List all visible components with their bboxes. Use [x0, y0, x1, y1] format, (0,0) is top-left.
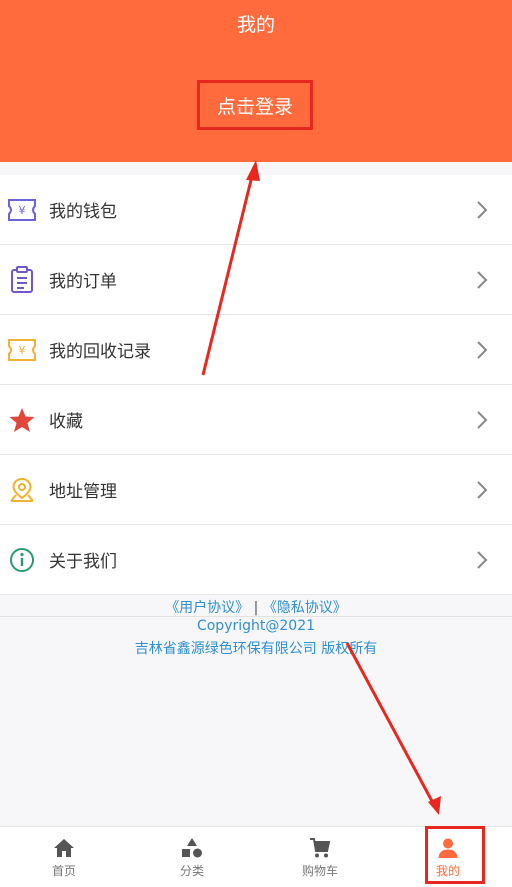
- menu-item-recycle-record[interactable]: ¥ 我的回收记录: [0, 315, 512, 385]
- header: 我的 点击登录: [0, 0, 512, 162]
- privacy-policy-link[interactable]: 《隐私协议》: [263, 600, 347, 616]
- location-icon: [7, 475, 37, 505]
- footer-links: 《用户协议》 | 《隐私协议》: [0, 598, 512, 618]
- menu-item-label: 我的钱包: [49, 202, 117, 222]
- cart-icon: [310, 838, 331, 858]
- menu-item-label: 收藏: [49, 412, 83, 432]
- wallet-icon: ¥: [7, 195, 37, 225]
- menu-item-wallet[interactable]: ¥ 我的钱包: [0, 175, 512, 245]
- home-icon: [54, 839, 74, 857]
- chevron-right-icon: [477, 270, 488, 289]
- tab-label: 首页: [51, 864, 76, 878]
- menu-item-about[interactable]: 关于我们: [0, 525, 512, 595]
- chevron-right-icon: [477, 410, 488, 429]
- tab-category[interactable]: 分类: [128, 827, 256, 887]
- menu-item-orders[interactable]: 我的订单: [0, 245, 512, 315]
- menu-item-favorites[interactable]: 收藏: [0, 385, 512, 455]
- chevron-right-icon: [477, 550, 488, 569]
- category-icon: [182, 838, 202, 858]
- tab-cart[interactable]: 购物车: [256, 827, 384, 887]
- tab-label: 购物车: [301, 864, 338, 878]
- order-icon: [7, 265, 37, 295]
- svg-text:¥: ¥: [19, 204, 26, 217]
- menu-item-label: 我的订单: [49, 272, 117, 292]
- chevron-right-icon: [477, 480, 488, 499]
- login-button[interactable]: 点击登录: [197, 80, 313, 130]
- menu-item-label: 我的回收记录: [49, 342, 151, 362]
- user-agreement-link[interactable]: 《用户协议》: [165, 600, 249, 616]
- star-icon: [7, 405, 37, 435]
- chevron-right-icon: [477, 200, 488, 219]
- svg-text:¥: ¥: [19, 344, 26, 357]
- tab-highlight-box: [425, 826, 485, 884]
- menu-item-label: 地址管理: [49, 482, 117, 502]
- copyright-text: Copyright@2021: [196, 618, 316, 634]
- menu-item-label: 关于我们: [49, 552, 117, 572]
- info-icon: [7, 545, 37, 575]
- divider: [0, 616, 512, 617]
- menu-list: ¥ 我的钱包 我的订单 ¥ 我的回收记录 收藏 地址管理 关于我们: [0, 175, 512, 595]
- tab-home[interactable]: 首页: [0, 827, 128, 887]
- company-text: 吉林省鑫源绿色环保有限公司 版权所有: [134, 641, 378, 657]
- link-separator: |: [253, 600, 259, 616]
- recycle-record-icon: ¥: [7, 335, 37, 365]
- arrow-to-mine-tab: [345, 642, 435, 804]
- tab-label: 分类: [179, 864, 204, 878]
- chevron-right-icon: [477, 340, 488, 359]
- page-title: 我的: [236, 14, 275, 36]
- arrow-head-mine-tab: [428, 796, 441, 815]
- menu-item-address[interactable]: 地址管理: [0, 455, 512, 525]
